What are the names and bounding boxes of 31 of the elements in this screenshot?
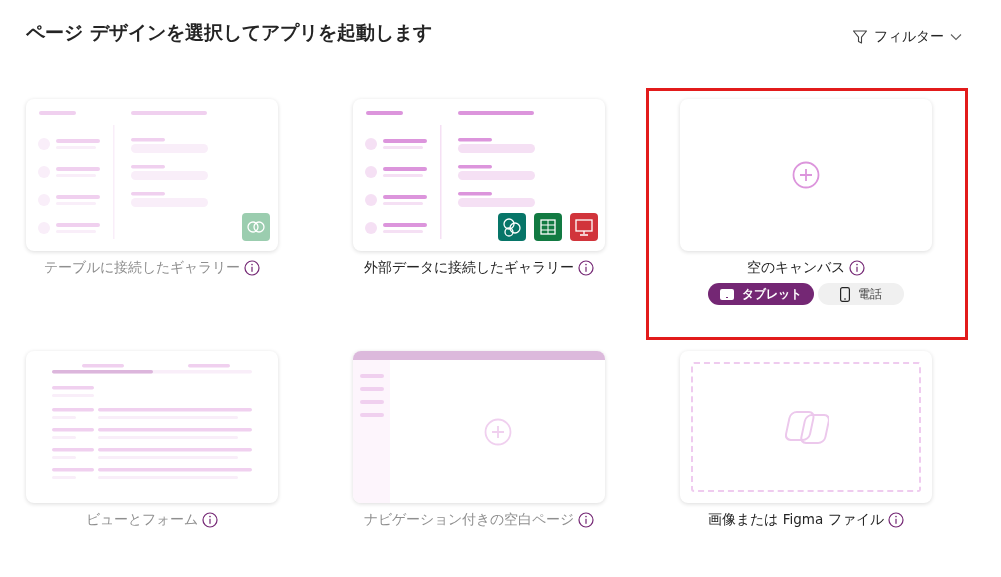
info-icon[interactable]	[887, 512, 904, 528]
add-icon	[483, 417, 512, 446]
info-icon[interactable]	[578, 260, 594, 276]
template-label: ナビゲーション付きの空白ページ	[364, 511, 574, 529]
info-icon[interactable]	[244, 260, 260, 276]
template-label: ビューとフォーム	[86, 511, 198, 529]
add-icon	[792, 161, 820, 189]
template-label: 画像または Figma ファイル	[708, 511, 884, 529]
info-icon[interactable]	[849, 260, 865, 276]
monitor-icon	[570, 213, 598, 241]
template-label: 空のキャンバス	[747, 259, 845, 277]
filter-button[interactable]: フィルター	[848, 26, 966, 48]
template-card[interactable]	[353, 99, 605, 251]
rings-icon	[242, 213, 270, 241]
phone-icon	[840, 286, 850, 302]
template-label: テーブルに接続したギャラリー	[44, 259, 240, 277]
nav-line	[360, 413, 384, 417]
spreadsheet-icon	[534, 213, 562, 241]
chevron-down-icon	[950, 33, 962, 41]
form-factor-toggle[interactable]: 電話	[818, 283, 904, 305]
tablet-icon	[720, 288, 734, 300]
nav-line	[360, 400, 384, 404]
info-icon[interactable]	[202, 512, 218, 528]
nav-line	[360, 374, 384, 378]
nav-line	[360, 387, 384, 391]
info-icon[interactable]	[578, 512, 594, 528]
template-label: 外部データに接続したギャラリー	[364, 259, 574, 277]
page-title: ページ デザインを選択してアプリを起動します	[26, 20, 432, 45]
filter-icon	[852, 29, 868, 45]
circles-icon	[498, 213, 526, 241]
form-factor-toggle[interactable]: タブレット	[708, 283, 814, 305]
